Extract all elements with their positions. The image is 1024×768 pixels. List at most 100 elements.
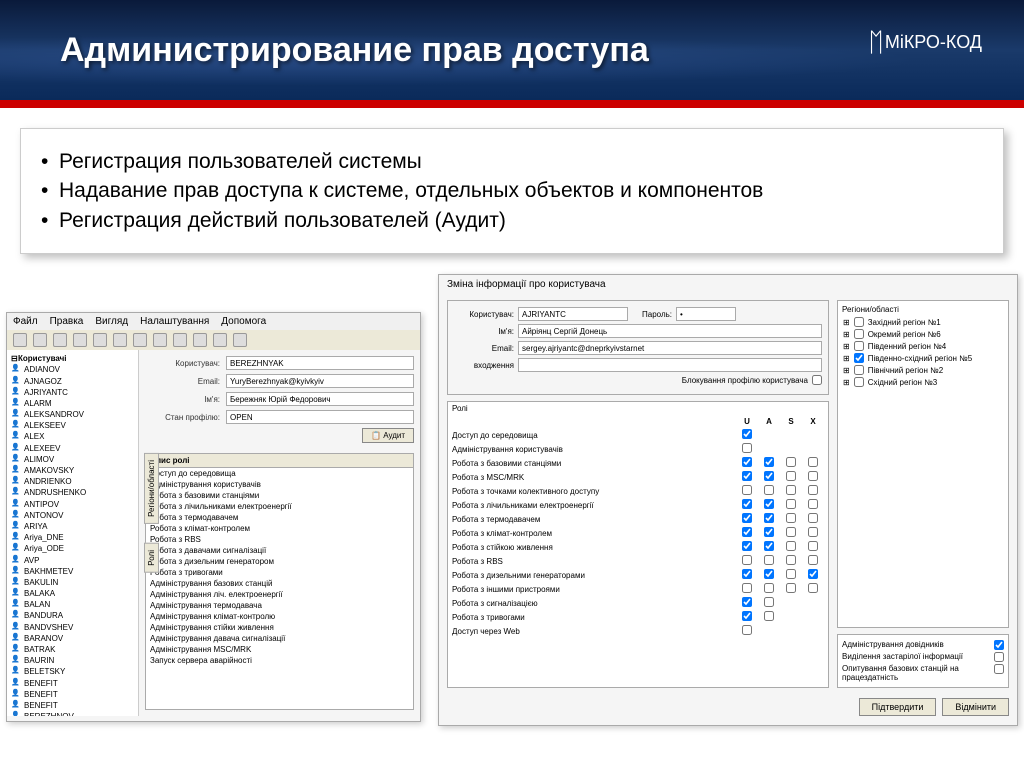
tree-user[interactable]: BARANOV bbox=[10, 633, 135, 644]
tree-user[interactable]: BENEFIT bbox=[10, 678, 135, 689]
permission-checkbox[interactable] bbox=[808, 555, 818, 565]
role-item[interactable]: Адміністрування давача сигналізації bbox=[146, 633, 413, 644]
tree-user[interactable]: BATRAK bbox=[10, 644, 135, 655]
permission-checkbox[interactable] bbox=[764, 527, 774, 537]
role-item[interactable]: Робота з клімат-контролем bbox=[146, 523, 413, 534]
permission-checkbox[interactable] bbox=[764, 597, 774, 607]
expand-icon[interactable]: ⊞ bbox=[843, 342, 850, 351]
audit-button[interactable]: 📋 Аудит bbox=[362, 428, 414, 443]
role-item[interactable]: Запуск сервера аварійності bbox=[146, 655, 413, 666]
menu-item[interactable]: Файл bbox=[13, 316, 38, 327]
user-input[interactable] bbox=[226, 356, 414, 370]
permission-checkbox[interactable] bbox=[786, 513, 796, 523]
tree-user[interactable]: BELETSKY bbox=[10, 666, 135, 677]
role-item[interactable]: Адміністрування користувачів bbox=[146, 479, 413, 490]
tree-user[interactable]: BAURIN bbox=[10, 655, 135, 666]
role-item[interactable]: Адміністрування базових станцій bbox=[146, 578, 413, 589]
name-input[interactable] bbox=[226, 392, 414, 406]
permission-checkbox[interactable] bbox=[786, 569, 796, 579]
tree-user[interactable]: AJRIYANTC bbox=[10, 387, 135, 398]
permission-checkbox[interactable] bbox=[808, 541, 818, 551]
toolbar[interactable] bbox=[7, 330, 420, 350]
tree-user[interactable]: BAKULIN bbox=[10, 577, 135, 588]
tree-user[interactable]: BALAKA bbox=[10, 588, 135, 599]
role-item[interactable]: Робота з тривогами bbox=[146, 567, 413, 578]
toolbar-btn[interactable] bbox=[233, 333, 247, 347]
tree-user[interactable]: ALEXEEV bbox=[10, 443, 135, 454]
menu-item[interactable]: Правка bbox=[50, 316, 84, 327]
permission-checkbox[interactable] bbox=[764, 555, 774, 565]
toolbar-btn[interactable] bbox=[53, 333, 67, 347]
permission-checkbox[interactable] bbox=[764, 583, 774, 593]
dlg-name-input[interactable] bbox=[518, 324, 822, 338]
role-item[interactable]: Адміністрування термодавача bbox=[146, 600, 413, 611]
tree-user[interactable]: BENEFIT bbox=[10, 689, 135, 700]
tree-user[interactable]: BAKHMETEV bbox=[10, 566, 135, 577]
permission-checkbox[interactable] bbox=[742, 611, 752, 621]
permission-checkbox[interactable] bbox=[764, 611, 774, 621]
permission-checkbox[interactable] bbox=[786, 555, 796, 565]
permission-checkbox[interactable] bbox=[764, 569, 774, 579]
region-checkbox[interactable] bbox=[854, 329, 864, 339]
dlg-user-input[interactable] bbox=[518, 307, 628, 321]
permission-checkbox[interactable] bbox=[786, 527, 796, 537]
toolbar-btn[interactable] bbox=[193, 333, 207, 347]
tree-user[interactable]: ALEKSEEV bbox=[10, 420, 135, 431]
expand-icon[interactable]: ⊞ bbox=[843, 366, 850, 375]
permission-checkbox[interactable] bbox=[808, 569, 818, 579]
menu-bar[interactable]: ФайлПравкаВиглядНалаштуванняДопомога bbox=[7, 313, 420, 330]
permission-checkbox[interactable] bbox=[742, 429, 752, 439]
permission-checkbox[interactable] bbox=[786, 583, 796, 593]
toolbar-btn[interactable] bbox=[133, 333, 147, 347]
tree-user[interactable]: ANDRIENKO bbox=[10, 476, 135, 487]
region-checkbox[interactable] bbox=[854, 353, 864, 363]
tree-user[interactable]: ADIANOV bbox=[10, 364, 135, 375]
tree-user[interactable]: ARIYA bbox=[10, 521, 135, 532]
permission-checkbox[interactable] bbox=[742, 597, 752, 607]
tree-user[interactable]: Ariya_DNE bbox=[10, 532, 135, 543]
tree-user[interactable]: BANDURA bbox=[10, 610, 135, 621]
permission-checkbox[interactable] bbox=[742, 457, 752, 467]
dlg-email-input[interactable] bbox=[518, 341, 822, 355]
permission-checkbox[interactable] bbox=[764, 513, 774, 523]
permission-checkbox[interactable] bbox=[742, 513, 752, 523]
permission-checkbox[interactable] bbox=[742, 555, 752, 565]
menu-item[interactable]: Вигляд bbox=[95, 316, 128, 327]
role-item[interactable]: Робота з базовими станціями bbox=[146, 490, 413, 501]
region-checkbox[interactable] bbox=[854, 365, 864, 375]
permission-checkbox[interactable] bbox=[764, 499, 774, 509]
permission-checkbox[interactable] bbox=[742, 443, 752, 453]
option-checkbox[interactable] bbox=[994, 652, 1004, 662]
expand-icon[interactable]: ⊞ bbox=[843, 330, 850, 339]
permission-checkbox[interactable] bbox=[742, 583, 752, 593]
menu-item[interactable]: Допомога bbox=[221, 316, 266, 327]
tree-user[interactable]: BALAN bbox=[10, 599, 135, 610]
vtab-roles[interactable]: Ролі bbox=[144, 543, 159, 573]
role-item[interactable]: Робота з лічильниками електроенергії bbox=[146, 501, 413, 512]
user-tree[interactable]: КористувачіADIANOVAJNAGOZAJRIYANTCALARMA… bbox=[7, 350, 139, 716]
tree-user[interactable]: ANTIPOV bbox=[10, 499, 135, 510]
role-item[interactable]: Доступ до середовища bbox=[146, 468, 413, 479]
toolbar-btn[interactable] bbox=[73, 333, 87, 347]
toolbar-btn[interactable] bbox=[153, 333, 167, 347]
role-item[interactable]: Робота з термодавачем bbox=[146, 512, 413, 523]
permission-checkbox[interactable] bbox=[742, 569, 752, 579]
permission-checkbox[interactable] bbox=[786, 471, 796, 481]
toolbar-btn[interactable] bbox=[13, 333, 27, 347]
expand-icon[interactable]: ⊞ bbox=[843, 378, 850, 387]
permission-checkbox[interactable] bbox=[808, 471, 818, 481]
ok-button[interactable]: Підтвердити bbox=[859, 698, 937, 716]
tree-root[interactable]: Користувачі bbox=[10, 353, 135, 364]
email-input[interactable] bbox=[226, 374, 414, 388]
permission-checkbox[interactable] bbox=[764, 541, 774, 551]
cancel-button[interactable]: Відмінити bbox=[942, 698, 1009, 716]
role-item[interactable]: Адміністрування клімат-контролю bbox=[146, 611, 413, 622]
tree-user[interactable]: ALIMOV bbox=[10, 454, 135, 465]
role-item[interactable]: Адміністрування MSC/MRK bbox=[146, 644, 413, 655]
permission-checkbox[interactable] bbox=[764, 457, 774, 467]
toolbar-btn[interactable] bbox=[113, 333, 127, 347]
option-checkbox[interactable] bbox=[994, 664, 1004, 674]
tree-user[interactable]: BANDVSHEV bbox=[10, 622, 135, 633]
toolbar-btn[interactable] bbox=[33, 333, 47, 347]
tree-user[interactable]: BENEFIT bbox=[10, 700, 135, 711]
